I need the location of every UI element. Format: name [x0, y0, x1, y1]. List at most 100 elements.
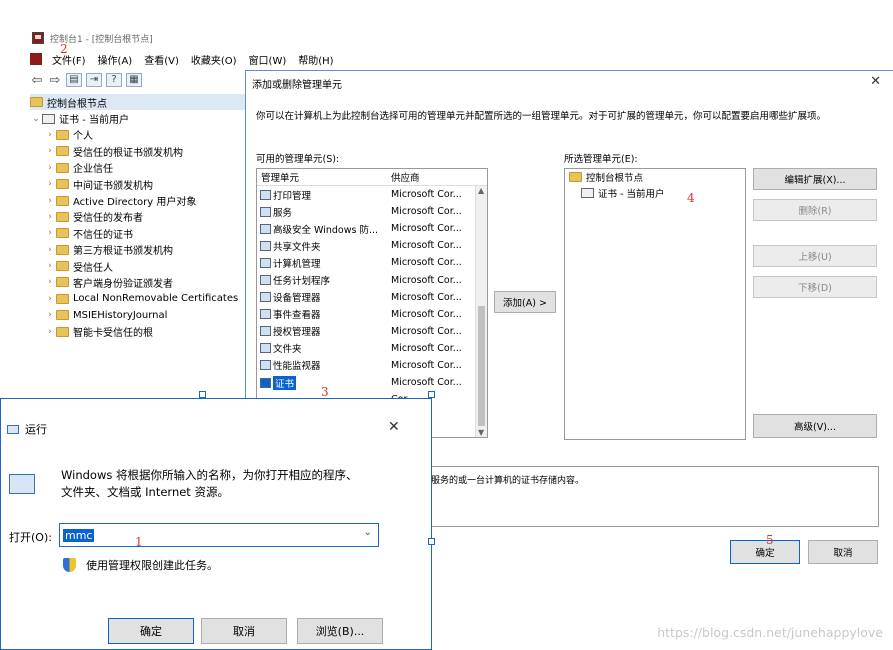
console-tree: 控制台根节点 ⌄ 证书 - 当前用户 › 个人 › 受信任的根证书颁发机构 › 企业信任 ›…: [30, 94, 245, 394]
chevron-right-icon[interactable]: ›: [44, 294, 56, 304]
resize-handle[interactable]: [199, 391, 206, 398]
tree-item-store[interactable]: › 个人: [30, 127, 245, 143]
chevron-right-icon[interactable]: ›: [44, 212, 56, 222]
snapin-row[interactable]: 共享文件夹 Microsoft Cor...: [257, 237, 487, 254]
chevron-right-icon[interactable]: ›: [44, 179, 56, 189]
chevron-right-icon[interactable]: ›: [44, 310, 56, 320]
column-header-name[interactable]: 管理单元: [257, 170, 387, 184]
snapin-vendor: Microsoft Cor...: [391, 189, 462, 201]
folder-icon: [56, 228, 69, 239]
remove-button[interactable]: 删除(R): [753, 199, 877, 221]
back-arrow-icon[interactable]: ⇦: [30, 73, 44, 88]
tree-item-store[interactable]: › 客户端身份验证颁发者: [30, 274, 245, 290]
chevron-down-icon[interactable]: ⌄: [364, 527, 372, 538]
tree-item-store[interactable]: › 受信任的发布者: [30, 209, 245, 225]
list-scrollbar[interactable]: ▲ ▼: [475, 186, 487, 437]
tree-item-label: 第三方根证书颁发机构: [73, 246, 173, 258]
resize-handle[interactable]: [428, 538, 435, 545]
snapin-row[interactable]: 授权管理器 Microsoft Cor...: [257, 323, 487, 340]
chevron-right-icon[interactable]: ›: [44, 245, 56, 255]
tree-item-store[interactable]: › 受信任的根证书颁发机构: [30, 143, 245, 159]
snapin-row[interactable]: 性能监视器 Microsoft Cor...: [257, 357, 487, 374]
snapin-row[interactable]: 事件查看器 Microsoft Cor...: [257, 306, 487, 323]
column-header-vendor[interactable]: 供应商: [387, 170, 473, 184]
move-up-button[interactable]: 上移(U): [753, 245, 877, 267]
chevron-right-icon[interactable]: ›: [44, 163, 56, 173]
scroll-up-icon[interactable]: ▲: [478, 186, 484, 195]
folder-icon: [56, 261, 69, 272]
edit-extensions-button[interactable]: 编辑扩展(X)...: [753, 168, 877, 190]
help-icon[interactable]: ?: [106, 73, 122, 87]
properties-icon[interactable]: ▦: [126, 73, 142, 87]
snapin-row[interactable]: 文件夹 Microsoft Cor...: [257, 340, 487, 357]
tree-item-store[interactable]: › 智能卡受信任的根: [30, 323, 245, 339]
menu-window[interactable]: 窗口(W): [243, 52, 293, 67]
mmc-toolbar: ⇦ ⇨ ▤ ⇥ ? ▦: [30, 70, 142, 90]
snapin-icon: [260, 206, 271, 217]
tree-item-store[interactable]: › Active Directory 用户对象: [30, 192, 245, 208]
tree-item-store[interactable]: › 不信任的证书: [30, 225, 245, 241]
snapin-icon: [260, 257, 271, 268]
chevron-down-icon[interactable]: ⌄: [30, 114, 42, 124]
export-list-icon[interactable]: ⇥: [86, 73, 102, 87]
advanced-button[interactable]: 高级(V)...: [753, 414, 877, 438]
snapin-ok-button[interactable]: 确定: [730, 540, 800, 564]
snapin-row[interactable]: 证书 Microsoft Cor...: [257, 374, 487, 391]
chevron-right-icon[interactable]: ›: [44, 327, 56, 337]
menu-view[interactable]: 查看(V): [138, 52, 185, 67]
tree-item-store[interactable]: › Local NonRemovable Certificates: [30, 291, 245, 307]
run-dialog: 运行 ✕ Windows 将根据你所输入的名称，为你打开相应的程序、 文件夹、文…: [0, 398, 432, 650]
show-console-tree-icon[interactable]: ▤: [66, 73, 82, 87]
tree-item-store[interactable]: › 中间证书颁发机构: [30, 176, 245, 192]
menu-action[interactable]: 操作(A): [92, 52, 139, 67]
close-icon[interactable]: ✕: [388, 419, 400, 435]
chevron-right-icon[interactable]: ›: [44, 196, 56, 206]
folder-icon: [569, 172, 582, 182]
tree-item-cert-current-user[interactable]: ⌄ 证书 - 当前用户: [30, 110, 245, 126]
chevron-right-icon[interactable]: ›: [44, 130, 56, 140]
snapin-row[interactable]: 高级安全 Windows 防... Microsoft Cor...: [257, 220, 487, 237]
run-ok-button[interactable]: 确定: [108, 618, 194, 644]
chevron-right-icon[interactable]: ›: [44, 228, 56, 238]
snapin-vendor: Microsoft Cor...: [391, 342, 462, 354]
chevron-right-icon[interactable]: ›: [44, 277, 56, 287]
move-down-button[interactable]: 下移(D): [753, 276, 877, 298]
chevron-right-icon[interactable]: ›: [44, 146, 56, 156]
folder-icon: [56, 146, 69, 157]
snapin-row[interactable]: 服务 Microsoft Cor...: [257, 203, 487, 220]
snapin-icon: [260, 223, 271, 234]
selected-item-cert[interactable]: 证书 - 当前用户: [565, 185, 745, 201]
run-command-input[interactable]: mmc ⌄: [59, 523, 379, 547]
selected-item-root[interactable]: 控制台根节点: [565, 169, 745, 185]
snapin-row[interactable]: 任务计划程序 Microsoft Cor...: [257, 271, 487, 288]
menu-file[interactable]: 文件(F): [46, 52, 92, 67]
list-header: 管理单元 供应商: [257, 169, 487, 186]
scroll-down-icon[interactable]: ▼: [478, 428, 484, 437]
tree-item-root[interactable]: 控制台根节点: [30, 94, 245, 111]
snapin-row[interactable]: 打印管理 Microsoft Cor...: [257, 186, 487, 203]
snapin-name-cell: 任务计划程序: [257, 273, 387, 287]
snapin-vendor: Microsoft Cor...: [391, 325, 462, 337]
tree-item-label: 控制台根节点: [47, 98, 107, 110]
tree-item-store[interactable]: › MSIEHistoryJournal: [30, 307, 245, 323]
close-icon[interactable]: ✕: [870, 74, 881, 89]
tree-item-store[interactable]: › 受信任人: [30, 258, 245, 274]
snapin-name-cell: 性能监视器: [257, 358, 387, 372]
tree-item-store[interactable]: › 企业信任: [30, 160, 245, 176]
tree-item-store[interactable]: › 第三方根证书颁发机构: [30, 242, 245, 258]
run-browse-button[interactable]: 浏览(B)...: [297, 618, 383, 644]
snapin-description: 你可以在计算机上为此控制台选择可用的管理单元并配置所选的一组管理单元。对于可扩展…: [256, 111, 827, 122]
snapin-cancel-button[interactable]: 取消: [808, 540, 878, 564]
menu-help[interactable]: 帮助(H): [292, 52, 339, 67]
add-button[interactable]: 添加(A) >: [494, 291, 556, 313]
chevron-right-icon[interactable]: ›: [44, 261, 56, 271]
snapin-row[interactable]: 计算机管理 Microsoft Cor...: [257, 254, 487, 271]
annotation-5: 5: [766, 533, 774, 547]
resize-handle[interactable]: [428, 391, 435, 398]
run-cancel-button[interactable]: 取消: [201, 618, 287, 644]
menu-favorites[interactable]: 收藏夹(O): [185, 52, 243, 67]
scrollbar-thumb[interactable]: [478, 306, 485, 426]
forward-arrow-icon[interactable]: ⇨: [48, 73, 62, 88]
snapin-row[interactable]: 设备管理器 Microsoft Cor...: [257, 289, 487, 306]
snapin-name: 任务计划程序: [273, 276, 331, 288]
